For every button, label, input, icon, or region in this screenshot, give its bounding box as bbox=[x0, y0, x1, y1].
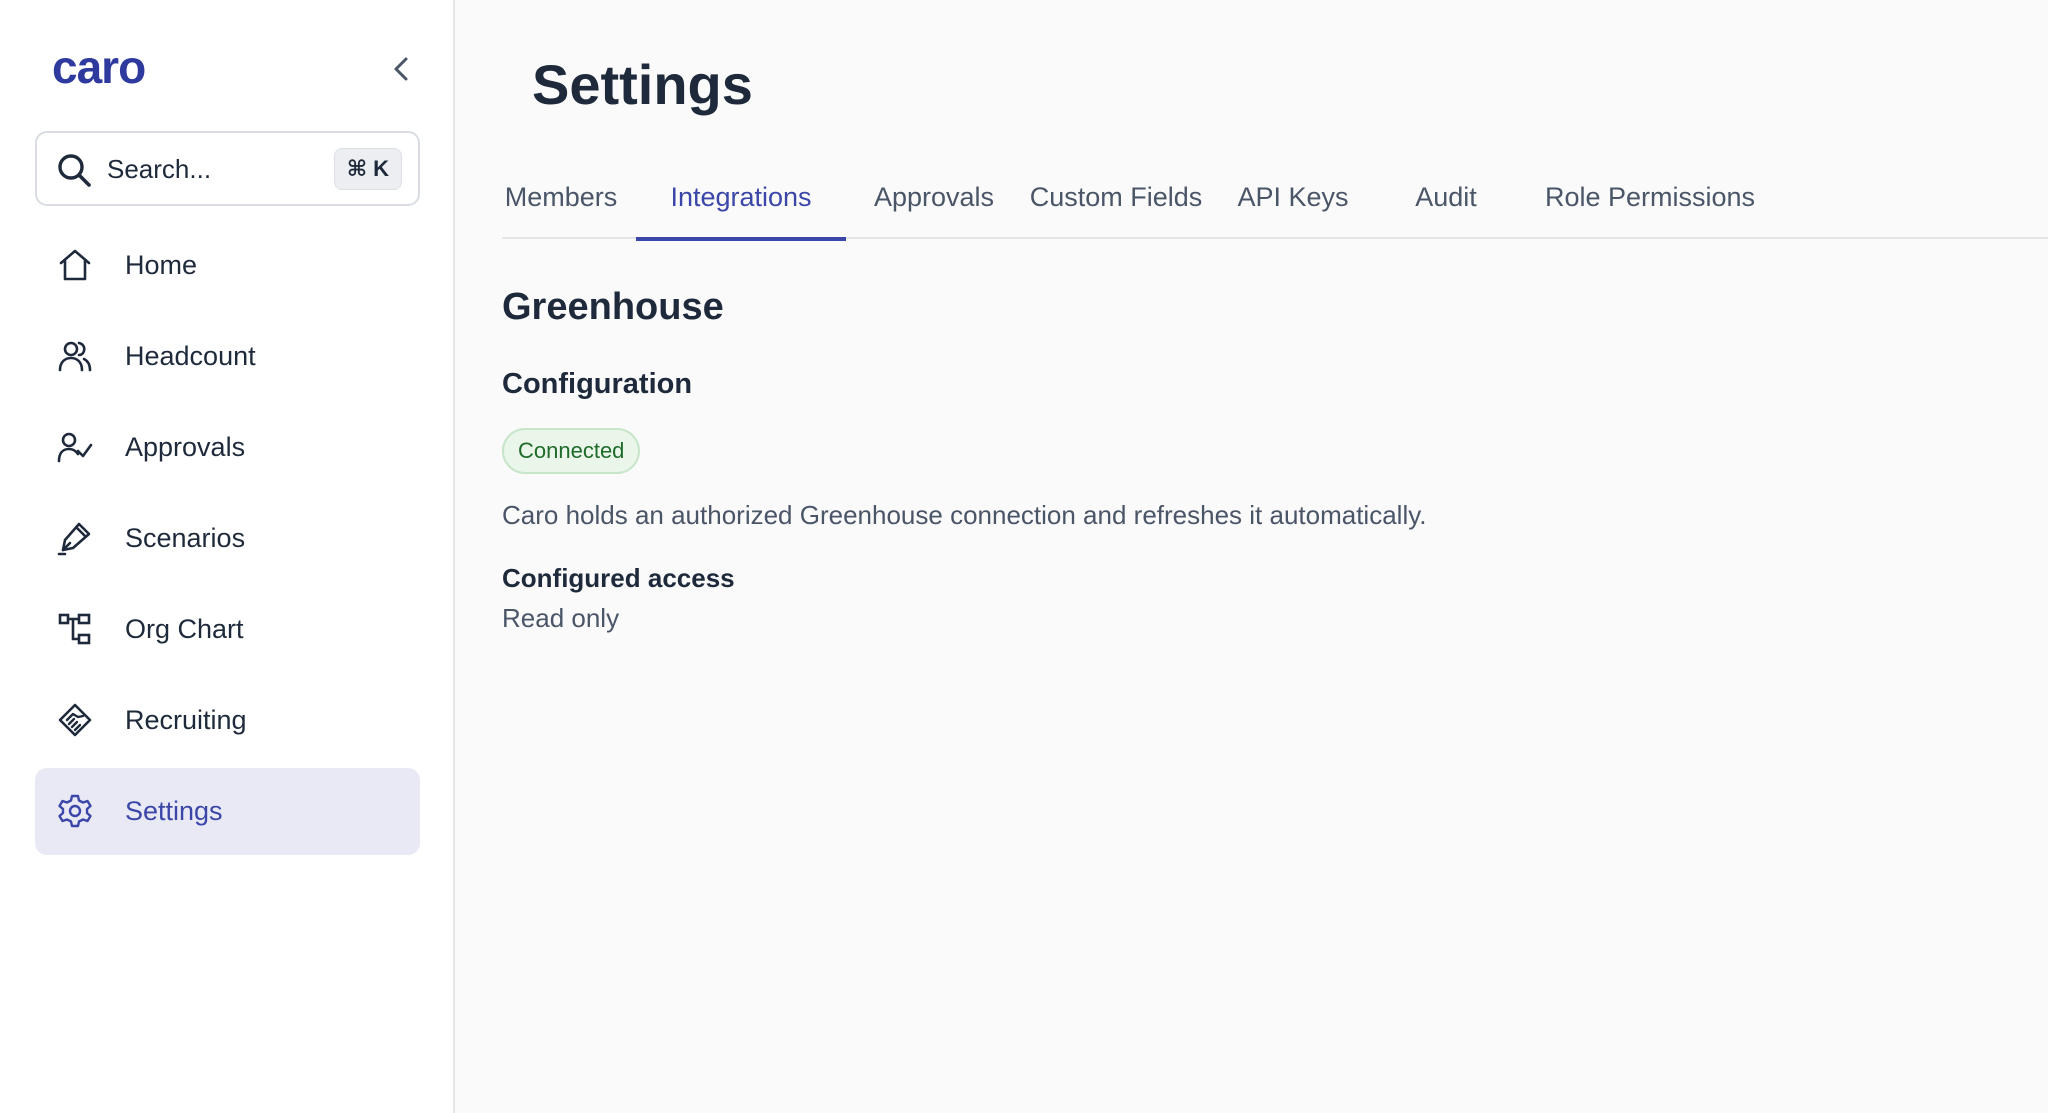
sidebar-item-label: Home bbox=[125, 250, 198, 280]
sidebar-item-label: Headcount bbox=[125, 341, 256, 371]
search-input[interactable] bbox=[107, 147, 307, 191]
sidebar-item-label: Org Chart bbox=[125, 614, 244, 644]
sidebar-item-label: Settings bbox=[125, 796, 223, 826]
status-badge: Connected bbox=[502, 428, 641, 474]
sidebar-nav: Home Headcount Approvals Scenarios Org C… bbox=[35, 222, 420, 859]
sidebar-item-settings[interactable]: Settings bbox=[35, 768, 420, 855]
chevron-left-icon bbox=[394, 57, 408, 81]
sidebar-item-org-chart[interactable]: Org Chart bbox=[35, 586, 420, 673]
tab-role-permissions[interactable]: Role Permissions bbox=[1530, 155, 1770, 239]
collapse-sidebar-button[interactable] bbox=[384, 52, 418, 86]
pen-icon bbox=[57, 522, 91, 556]
caro-logo[interactable]: caro bbox=[52, 40, 146, 94]
user-check-icon bbox=[57, 432, 93, 463]
sidebar-item-approvals[interactable]: Approvals bbox=[35, 404, 420, 491]
sidebar-item-label: Scenarios bbox=[125, 523, 246, 553]
gear-icon bbox=[58, 794, 92, 828]
sidebar-item-headcount[interactable]: Headcount bbox=[35, 313, 420, 400]
sidebar-item-recruiting[interactable]: Recruiting bbox=[35, 677, 420, 764]
org-chart-icon bbox=[58, 613, 91, 645]
sidebar-item-home[interactable]: Home bbox=[35, 222, 420, 309]
configured-access-value: Read only bbox=[502, 603, 620, 633]
sidebar-item-label: Approvals bbox=[125, 432, 246, 462]
search-box[interactable]: ⌘ K bbox=[35, 131, 420, 206]
tab-audit[interactable]: Audit bbox=[1388, 155, 1504, 239]
configured-access-label: Configured access bbox=[502, 563, 735, 593]
home-icon bbox=[59, 249, 91, 281]
integration-description: Caro holds an authorized Greenhouse conn… bbox=[502, 500, 1427, 530]
k-key: K bbox=[373, 156, 389, 181]
sidebar-item-label: Recruiting bbox=[125, 705, 247, 735]
configuration-heading: Configuration bbox=[502, 368, 693, 400]
tab-integrations[interactable]: Integrations bbox=[636, 155, 846, 241]
handshake-icon bbox=[58, 703, 92, 737]
command-key: ⌘ bbox=[346, 156, 368, 181]
tab-members[interactable]: Members bbox=[502, 155, 620, 239]
sidebar-item-scenarios[interactable]: Scenarios bbox=[35, 495, 420, 582]
users-icon bbox=[58, 341, 92, 372]
integration-name: Greenhouse bbox=[502, 286, 724, 328]
tab-api-keys[interactable]: API Keys bbox=[1228, 155, 1358, 239]
page-title: Settings bbox=[532, 53, 753, 116]
search-icon bbox=[58, 154, 91, 187]
settings-tabs: Members Integrations Approvals Custom Fi… bbox=[502, 155, 2048, 241]
sidebar: caro ⌘ K Home bbox=[0, 0, 455, 1113]
search-shortcut-badge: ⌘ K bbox=[333, 148, 402, 190]
tab-approvals[interactable]: Approvals bbox=[866, 155, 1002, 239]
tab-custom-fields[interactable]: Custom Fields bbox=[1024, 155, 1208, 239]
main-content: Settings Members Integrations Approvals … bbox=[456, 0, 2048, 1113]
